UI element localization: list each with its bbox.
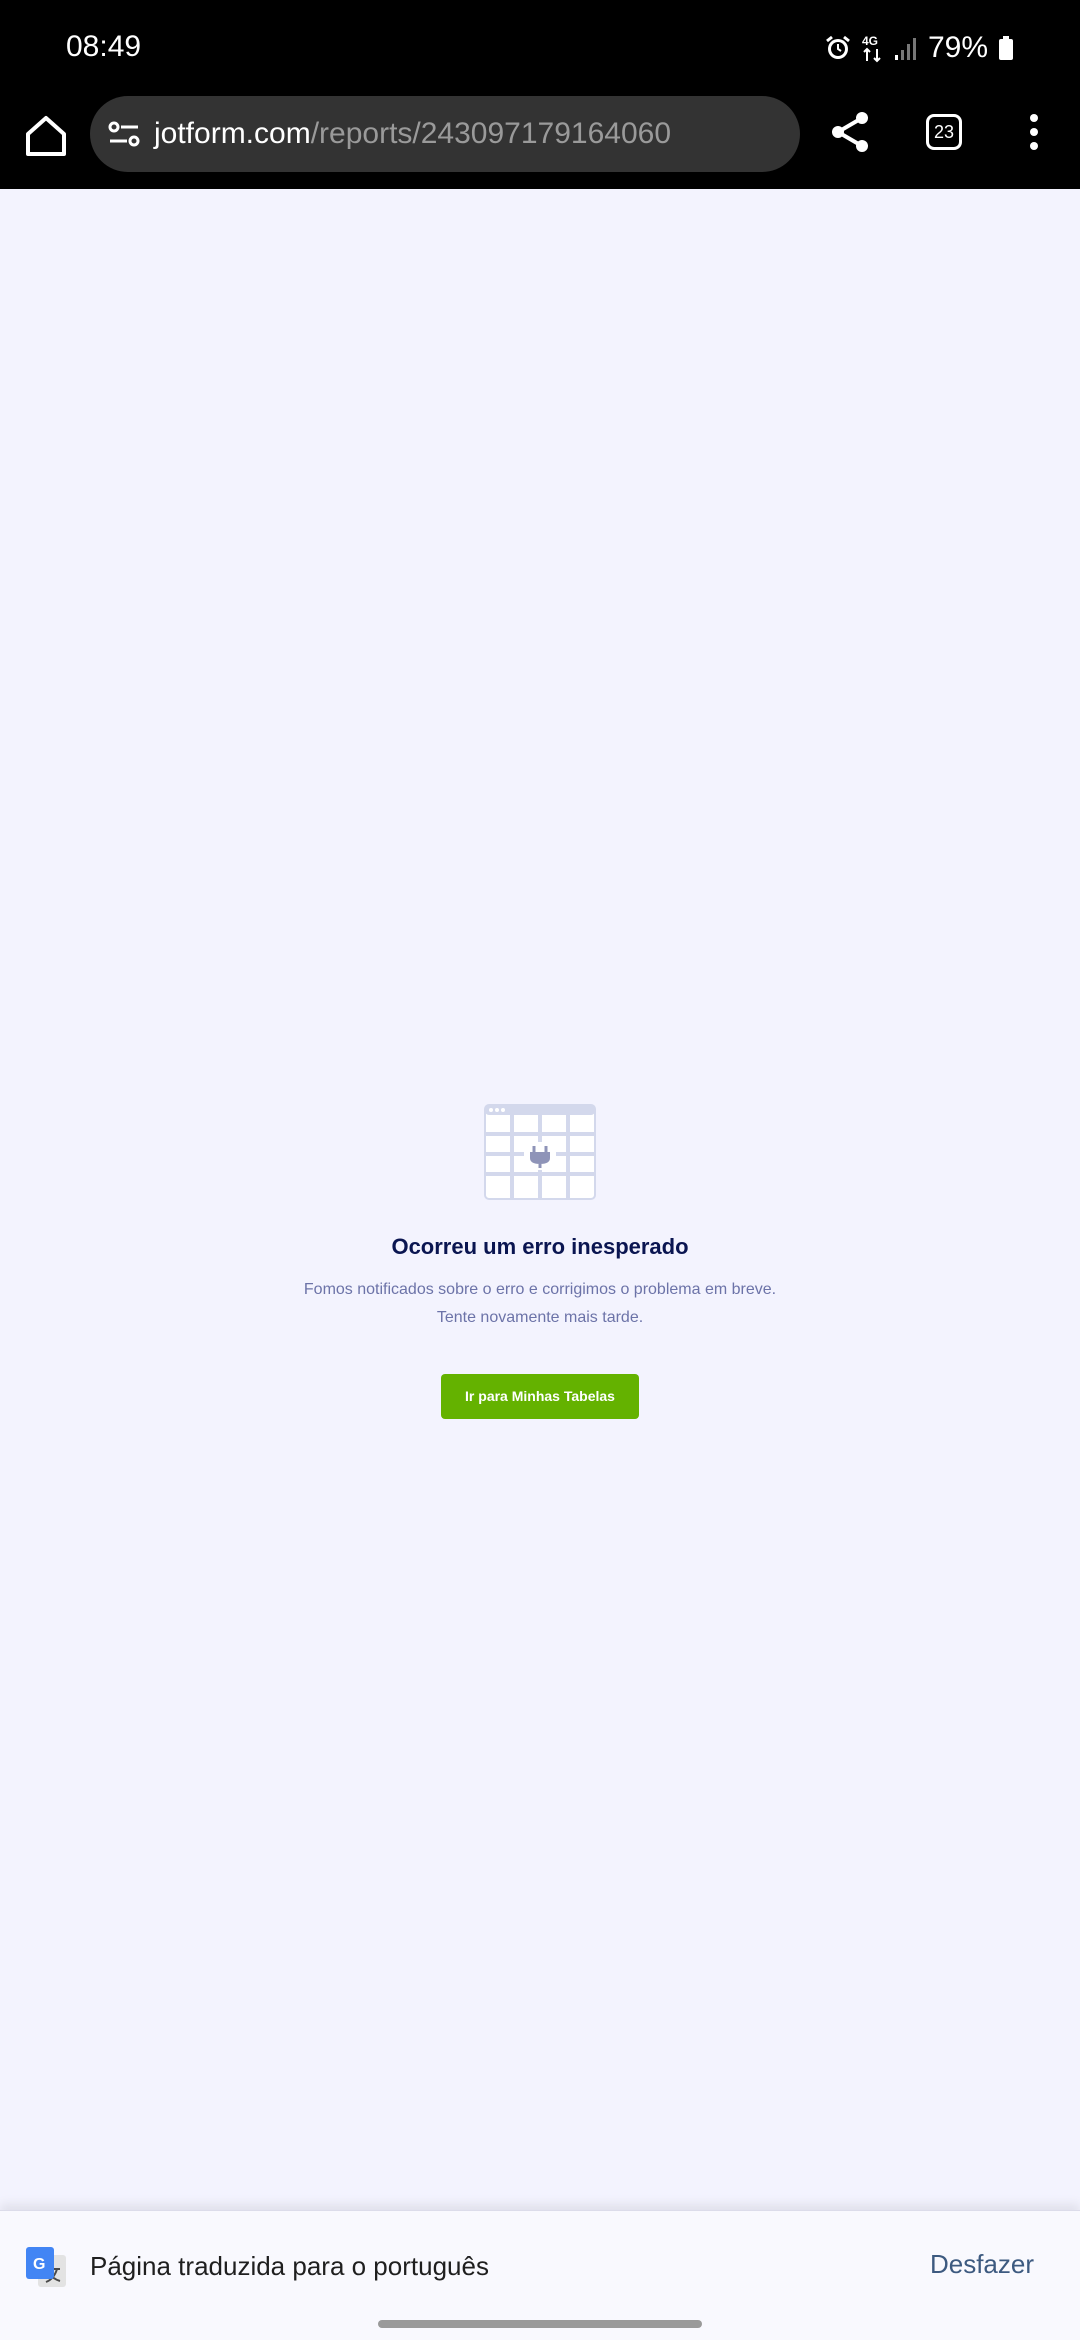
- broken-table-icon: [484, 1104, 596, 1200]
- go-to-my-tables-button[interactable]: Ir para Minhas Tabelas: [441, 1374, 639, 1419]
- tab-count: 23: [933, 121, 955, 142]
- signal-icon: [894, 38, 916, 60]
- battery-percentage: 79%: [927, 31, 988, 64]
- svg-text:G: G: [33, 2256, 45, 2273]
- google-translate-icon: G: [26, 2247, 66, 2287]
- site-settings-icon[interactable]: [108, 119, 140, 149]
- address-bar[interactable]: jotform.com/reports/243097179164060: [90, 96, 800, 172]
- alarm-icon: [826, 35, 850, 59]
- browser-toolbar: jotform.com/reports/243097179164060 23: [0, 96, 1080, 189]
- network-type-label: 4G: [862, 34, 878, 48]
- more-options-icon[interactable]: [1022, 110, 1046, 154]
- url-path: /reports/243097179164060: [310, 117, 672, 150]
- status-icons: 4G 79%: [824, 28, 1014, 68]
- error-description: Fomos notificados sobre o erro e corrigi…: [0, 1276, 1080, 1332]
- error-description-line-2: Tente novamente mais tarde.: [436, 1309, 644, 1326]
- undo-translation-button[interactable]: Desfazer: [930, 2249, 1034, 2280]
- tab-switcher-button[interactable]: 23: [926, 114, 962, 150]
- error-panel: Ocorreu um erro inesperado Fomos notific…: [0, 1104, 1080, 1419]
- status-bar: 08:49 4G 79%: [0, 0, 1080, 96]
- status-time: 08:49: [66, 30, 142, 63]
- page-content: Ocorreu um erro inesperado Fomos notific…: [0, 189, 1080, 2219]
- error-title: Ocorreu um erro inesperado: [391, 1234, 689, 1259]
- battery-icon: [999, 36, 1013, 60]
- translate-message: Página traduzida para o português: [90, 2251, 489, 2281]
- url-domain: jotform.com: [154, 117, 311, 150]
- gesture-nav-handle[interactable]: [378, 2320, 702, 2328]
- url-text: jotform.com/reports/243097179164060: [154, 117, 671, 151]
- share-icon[interactable]: [828, 110, 872, 154]
- mobile-data-icon: 4G: [862, 34, 881, 63]
- error-description-line-1: Fomos notificados sobre o erro e corrigi…: [303, 1281, 777, 1298]
- home-icon[interactable]: [22, 112, 70, 160]
